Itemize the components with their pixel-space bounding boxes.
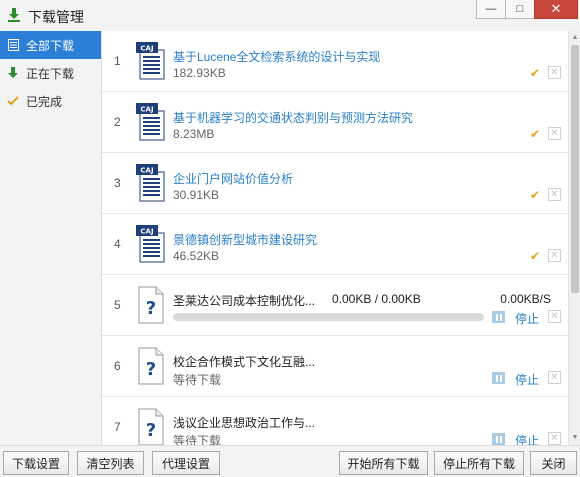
sidebar-item-label: 正在下载 xyxy=(26,66,75,81)
download-row[interactable]: 1 CAJ 基于Lucene全文检索系统的设计与实现 182.93KB ✔ ✕ xyxy=(102,31,568,92)
caj-file-icon: CAJ xyxy=(136,42,165,80)
pause-icon[interactable] xyxy=(492,372,505,384)
file-name-link[interactable]: 基于机器学习的交通状态判别与预测方法研究 xyxy=(173,109,413,126)
file-name-link[interactable]: 企业门户网站价值分析 xyxy=(173,170,293,187)
title-bar: 下载管理 — □ ✕ xyxy=(0,0,580,31)
file-size: 182.93KB xyxy=(173,66,226,80)
row-number: 6 xyxy=(114,359,121,373)
scroll-down-icon[interactable]: ▼ xyxy=(571,433,579,443)
download-row[interactable]: 6 ? 校企合作模式下文化互融... 等待下载 停止 ✕ xyxy=(102,336,568,397)
caj-file-icon: CAJ xyxy=(136,225,165,263)
footer-toolbar: 下载设置 清空列表 代理设置 开始所有下载 停止所有下载 关闭 xyxy=(0,445,580,477)
minimize-button[interactable]: — xyxy=(476,0,506,19)
stop-all-downloads-button[interactable]: 停止所有下载 xyxy=(434,451,524,475)
completed-check-icon: ✔ xyxy=(530,127,541,141)
stop-button[interactable]: 停止 xyxy=(515,310,539,327)
clear-list-button[interactable]: 清空列表 xyxy=(77,451,144,475)
delete-icon[interactable]: ✕ xyxy=(548,127,561,140)
file-name-link[interactable]: 基于Lucene全文检索系统的设计与实现 xyxy=(173,48,380,65)
row-number: 7 xyxy=(114,420,121,434)
download-status: 等待下载 xyxy=(173,434,222,445)
delete-icon[interactable]: ✕ xyxy=(548,188,561,201)
delete-icon[interactable]: ✕ xyxy=(548,432,561,445)
maximize-button[interactable]: □ xyxy=(505,0,535,19)
file-size: 8.23MB xyxy=(173,127,215,141)
download-settings-button[interactable]: 下载设置 xyxy=(3,451,69,475)
completed-check-icon: ✔ xyxy=(530,188,541,202)
download-row[interactable]: 2 CAJ 基于机器学习的交通状态判别与预测方法研究 8.23MB ✔ ✕ xyxy=(102,92,568,153)
unknown-file-icon: ? xyxy=(138,286,164,324)
download-list: 1 CAJ 基于Lucene全文检索系统的设计与实现 182.93KB ✔ ✕ … xyxy=(101,31,568,445)
completed-check-icon: ✔ xyxy=(530,249,541,263)
scrollbar-thumb[interactable] xyxy=(571,45,579,293)
download-row[interactable]: 4 CAJ 景德镇创新型城市建设研究 46.52KB ✔ ✕ xyxy=(102,214,568,275)
row-number: 4 xyxy=(114,237,121,251)
unknown-file-icon: ? xyxy=(138,347,164,385)
list-icon xyxy=(6,38,20,52)
delete-icon[interactable]: ✕ xyxy=(548,310,561,323)
row-number: 5 xyxy=(114,298,121,312)
unknown-file-icon: ? xyxy=(138,408,164,445)
window-title: 下载管理 xyxy=(28,9,84,25)
proxy-settings-button[interactable]: 代理设置 xyxy=(152,451,220,475)
download-arrow-icon xyxy=(6,66,20,80)
svg-text:?: ? xyxy=(146,359,156,380)
download-row[interactable]: 7 ? 浅议企业思想政治工作与... 等待下载 停止 ✕ xyxy=(102,397,568,445)
window-controls: — □ ✕ xyxy=(476,0,578,19)
delete-icon[interactable]: ✕ xyxy=(548,66,561,79)
sidebar-item-label: 已完成 xyxy=(26,94,63,109)
download-app-icon xyxy=(8,8,20,22)
sidebar: 全部下载 正在下载 已完成 xyxy=(0,31,101,445)
checkmark-icon xyxy=(6,94,20,108)
caj-file-icon: CAJ xyxy=(136,103,165,141)
file-name-link[interactable]: 校企合作模式下文化互融... xyxy=(173,353,315,370)
file-size: 30.91KB xyxy=(173,188,220,202)
stop-button[interactable]: 停止 xyxy=(515,432,539,445)
file-size: 46.52KB xyxy=(173,249,220,263)
file-name-link[interactable]: 圣莱达公司成本控制优化... xyxy=(173,292,315,309)
completed-check-icon: ✔ xyxy=(530,66,541,80)
file-name-link[interactable]: 景德镇创新型城市建设研究 xyxy=(173,231,317,248)
download-progress-bar xyxy=(173,313,484,321)
start-all-downloads-button[interactable]: 开始所有下载 xyxy=(339,451,428,475)
svg-text:?: ? xyxy=(146,298,156,319)
svg-text:CAJ: CAJ xyxy=(140,228,153,236)
pause-icon[interactable] xyxy=(492,433,505,445)
download-speed: 0.00KB/S xyxy=(500,292,551,306)
close-button[interactable]: 关闭 xyxy=(530,451,577,475)
vertical-scrollbar[interactable]: ▲ ▼ xyxy=(568,31,580,445)
file-name-link[interactable]: 浅议企业思想政治工作与... xyxy=(173,414,315,431)
delete-icon[interactable]: ✕ xyxy=(548,249,561,262)
svg-text:CAJ: CAJ xyxy=(140,106,153,114)
sidebar-item-all-downloads[interactable]: 全部下载 xyxy=(0,31,101,59)
pause-icon[interactable] xyxy=(492,311,505,323)
row-number: 2 xyxy=(114,115,121,129)
row-number: 3 xyxy=(114,176,121,190)
svg-text:CAJ: CAJ xyxy=(140,45,153,53)
stop-button[interactable]: 停止 xyxy=(515,371,539,388)
download-row[interactable]: 3 CAJ 企业门户网站价值分析 30.91KB ✔ ✕ xyxy=(102,153,568,214)
download-ratio: 0.00KB / 0.00KB xyxy=(332,292,421,306)
download-row[interactable]: 5 ? 圣莱达公司成本控制优化... 0.00KB / 0.00KB 0.00K… xyxy=(102,275,568,336)
sidebar-item-completed[interactable]: 已完成 xyxy=(0,87,101,115)
caj-file-icon: CAJ xyxy=(136,164,165,202)
scroll-up-icon[interactable]: ▲ xyxy=(571,33,579,43)
delete-icon[interactable]: ✕ xyxy=(548,371,561,384)
svg-text:?: ? xyxy=(146,420,156,441)
sidebar-item-downloading[interactable]: 正在下载 xyxy=(0,59,101,87)
sidebar-item-label: 全部下载 xyxy=(26,38,75,53)
download-status: 等待下载 xyxy=(173,373,222,387)
close-window-button[interactable]: ✕ xyxy=(534,0,578,19)
row-number: 1 xyxy=(114,54,121,68)
svg-text:CAJ: CAJ xyxy=(140,167,153,175)
